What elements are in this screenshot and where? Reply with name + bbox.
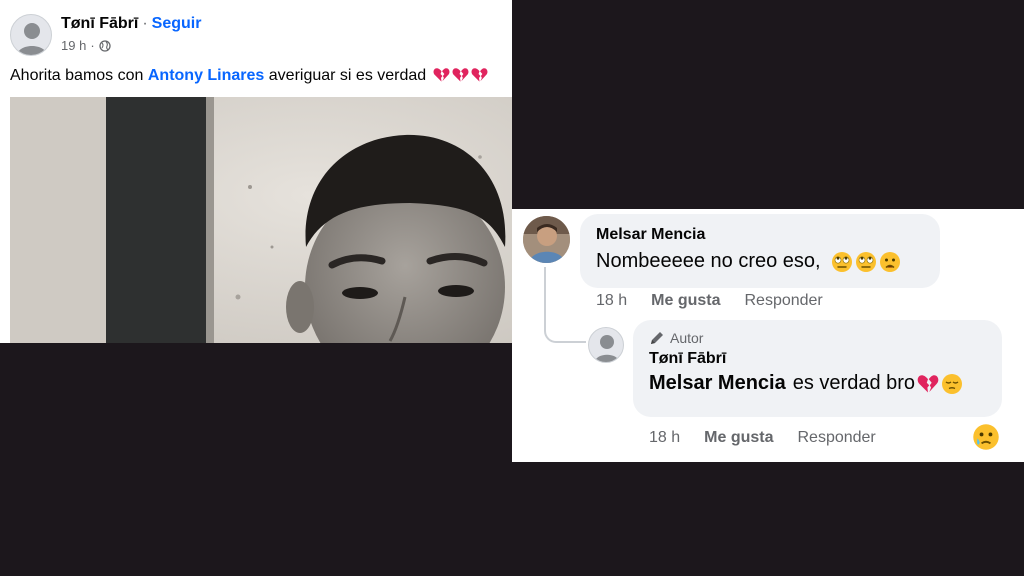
pensive-face-emoji: [942, 373, 963, 394]
reply-text: Melsar Mencia es verdad bro: [649, 372, 986, 395]
comment-timestamp[interactable]: 18 h: [596, 292, 627, 310]
reply-mention[interactable]: Melsar Mencia: [649, 372, 786, 395]
reply-timestamp[interactable]: 18 h: [649, 429, 680, 447]
mention-link[interactable]: Antony Linares: [148, 67, 264, 84]
sad-tear-face-emoji: [973, 424, 999, 450]
reply-thread-line: [544, 267, 586, 343]
reply-bubble: Autor Tønī Fābrī Melsar Mencia es verdad…: [633, 320, 1002, 417]
facebook-post: Tønī Fābrī · Seguir 19 h · Ahorita bamos…: [0, 0, 512, 343]
comment-body: Nombeeeee no creo eso,: [596, 250, 821, 272]
comment-actions: 18 h Me gusta Responder: [596, 292, 823, 310]
separator-dot: ·: [142, 15, 148, 32]
comment-text: Nombeeeee no creo eso,: [596, 250, 924, 273]
broken-hearts: [433, 67, 488, 83]
reply-actions: 18 h Me gusta Responder: [649, 429, 876, 447]
reply-button[interactable]: Responder: [744, 292, 822, 310]
post-meta: 19 h ·: [61, 38, 111, 53]
pencil-icon: [651, 332, 663, 344]
post-author-name[interactable]: Tønī Fābrī: [61, 15, 138, 33]
commenter-name[interactable]: Melsar Mencia: [596, 226, 924, 244]
follow-button[interactable]: Seguir: [152, 15, 202, 33]
post-text-before: Ahorita bamos con: [10, 67, 144, 84]
broken-heart-emoji: [452, 68, 469, 82]
broken-heart-emoji: [433, 68, 450, 82]
post-photo-image: [10, 97, 512, 343]
author-badge: Autor: [649, 330, 986, 346]
post-photo[interactable]: [10, 97, 512, 343]
post-text-after: averiguar si es verdad: [268, 67, 427, 84]
broken-heart-emoji: [471, 68, 488, 82]
post-header: Tønī Fābrī · Seguir: [61, 15, 201, 33]
reply-author-avatar[interactable]: [588, 327, 624, 363]
broken-heart-emoji: [917, 374, 939, 393]
post-text: Ahorita bamos con Antony Linares averigu…: [10, 67, 488, 85]
comments-panel: Melsar Mencia Nombeeeee no creo eso, 18 …: [512, 209, 1024, 462]
post-timestamp[interactable]: 19 h: [61, 38, 86, 53]
profile-photo: [523, 216, 570, 263]
comment-bubble: Melsar Mencia Nombeeeee no creo eso,: [580, 214, 940, 288]
like-button[interactable]: Me gusta: [651, 292, 720, 310]
default-avatar-icon: [17, 23, 47, 55]
post-author-avatar[interactable]: [10, 14, 52, 56]
globe-icon[interactable]: [99, 39, 111, 52]
author-badge-label: Autor: [670, 330, 704, 346]
separator-dot: ·: [90, 38, 95, 53]
rolling-eyes-emoji: [831, 251, 852, 272]
reply-author-name[interactable]: Tønī Fābrī: [649, 350, 986, 368]
default-avatar-icon: [594, 335, 620, 362]
reply-body: es verdad bro: [792, 372, 916, 394]
commenter-avatar[interactable]: [523, 216, 570, 263]
rolling-eyes-emoji: [855, 251, 876, 272]
reaction[interactable]: [972, 423, 1000, 456]
reply-button[interactable]: Responder: [797, 429, 875, 447]
frowning-face-emoji: [879, 251, 900, 272]
like-button[interactable]: Me gusta: [704, 429, 773, 447]
